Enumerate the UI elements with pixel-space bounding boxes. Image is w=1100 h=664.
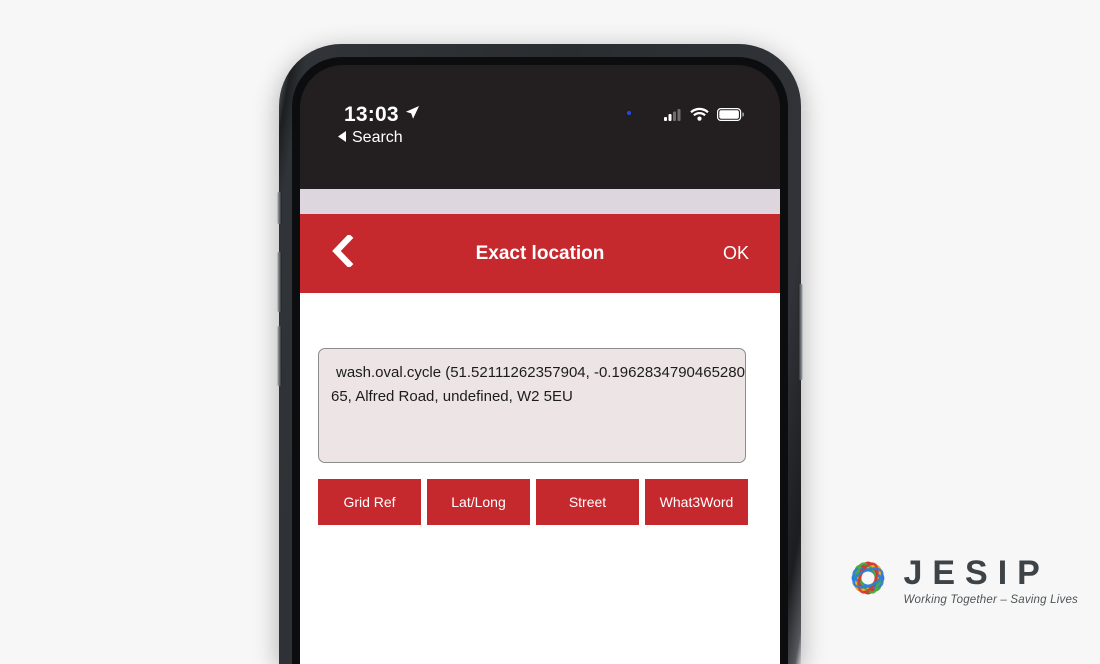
status-back-to-search[interactable]: Search bbox=[338, 129, 403, 147]
street-button[interactable]: Street bbox=[536, 479, 639, 525]
jesip-tagline: Working Together – Saving Lives bbox=[903, 593, 1078, 606]
location-textbox[interactable]: wash.oval.cycle (51.52111262357904, -0.1… bbox=[318, 348, 746, 463]
status-indicators bbox=[664, 107, 745, 126]
location-coordinates-line: wash.oval.cycle (51.52111262357904, -0.1… bbox=[336, 364, 746, 381]
format-button-row: Grid Ref Lat/Long Street What3Word bbox=[318, 479, 748, 525]
jesip-logo: JESIP Working Together – Saving Lives bbox=[845, 555, 1078, 606]
recording-dot bbox=[627, 111, 631, 115]
battery-icon bbox=[717, 107, 745, 126]
back-triangle-icon bbox=[338, 129, 347, 147]
status-time-group: 13:03 bbox=[344, 103, 420, 127]
status-time: 13:03 bbox=[344, 103, 399, 126]
what3word-button[interactable]: What3Word bbox=[645, 479, 748, 525]
mute-switch[interactable] bbox=[277, 192, 282, 224]
wifi-icon bbox=[690, 107, 709, 126]
volume-down-button[interactable] bbox=[277, 326, 282, 386]
jesip-wordmark: JESIP bbox=[903, 553, 1050, 592]
app-status-strip bbox=[300, 189, 780, 214]
lat-long-button[interactable]: Lat/Long bbox=[427, 479, 530, 525]
grid-ref-button[interactable]: Grid Ref bbox=[318, 479, 421, 525]
status-bar: 13:03 Search bbox=[300, 65, 780, 157]
ok-button[interactable]: OK bbox=[723, 243, 749, 264]
phone-screen: 13:03 Search Exact location OK wash.oval… bbox=[300, 65, 780, 664]
phone-bezel: 13:03 Search Exact location OK wash.oval… bbox=[292, 57, 788, 664]
jesip-text-group: JESIP Working Together – Saving Lives bbox=[903, 556, 1078, 606]
location-arrow-icon bbox=[405, 105, 420, 125]
signal-bars-icon bbox=[664, 108, 682, 126]
phone-device: 13:03 Search Exact location OK wash.oval… bbox=[277, 44, 803, 664]
app-header: Exact location OK bbox=[300, 214, 780, 293]
app-body: wash.oval.cycle (51.52111262357904, -0.1… bbox=[300, 293, 780, 664]
page-title: Exact location bbox=[475, 242, 605, 264]
status-back-label: Search bbox=[352, 129, 403, 146]
jesip-rosette-icon bbox=[845, 555, 891, 606]
location-address-line: 65, Alfred Road, undefined, W2 5EU bbox=[331, 388, 573, 405]
volume-up-button[interactable] bbox=[277, 252, 282, 312]
power-button[interactable] bbox=[798, 284, 803, 380]
